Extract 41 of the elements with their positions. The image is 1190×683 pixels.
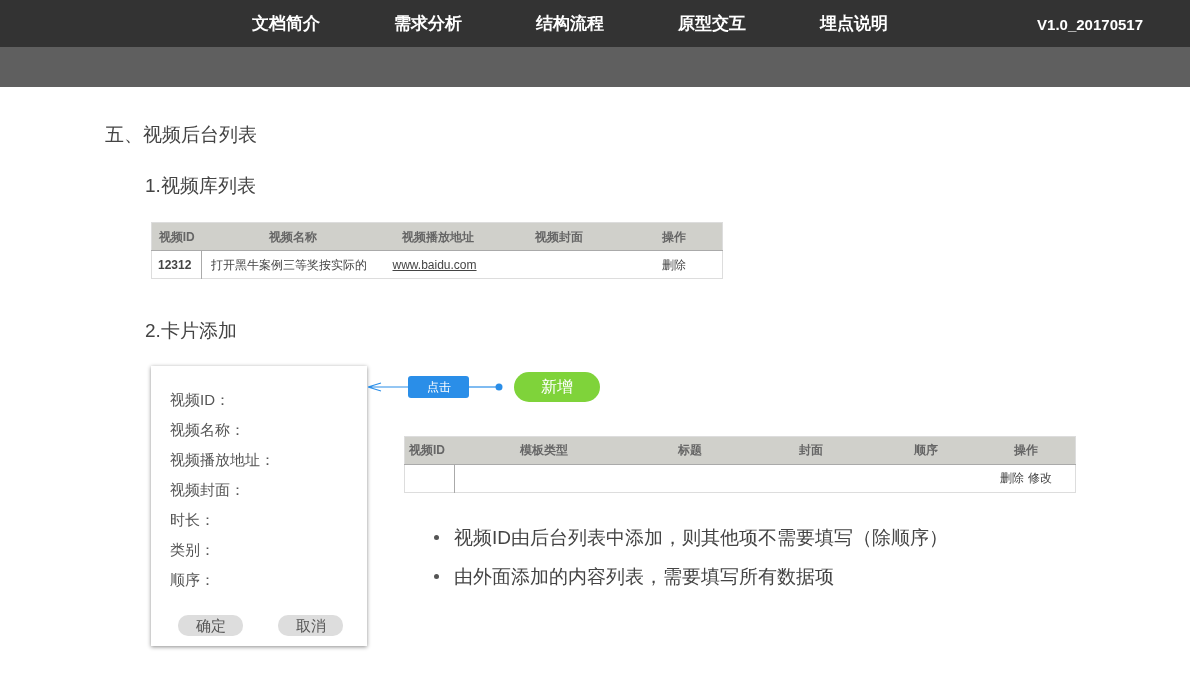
section-heading: 五、视频后台列表 (105, 123, 258, 147)
note-text: 视频ID由后台列表中添加，则其他项不需要填写（除顺序） (454, 525, 948, 550)
column-header: 顺序 (874, 436, 977, 464)
column-header: 操作 (625, 222, 723, 251)
nav-link[interactable]: 文档简介 (215, 10, 357, 37)
column-header: 标题 (632, 436, 747, 464)
action-link[interactable]: 删除 (999, 471, 1024, 485)
field-label: 视频ID： (170, 389, 231, 410)
column-header: 模板类型 (454, 436, 633, 464)
column-header: 视频名称 (201, 222, 384, 251)
column-header: 视频ID (151, 222, 202, 251)
subsection-heading: 2.卡片添加 (145, 319, 238, 343)
note-text: 由外面添加的内容列表，需要填写所有数据项 (454, 564, 834, 589)
nav-link[interactable]: 原型交互 (641, 10, 783, 37)
subsection-heading: 1.视频库列表 (145, 173, 257, 198)
version-label: V1.0_20170517 (1037, 15, 1143, 35)
form-button[interactable]: 确定 (178, 614, 243, 636)
field-label: 视频播放地址： (170, 449, 276, 470)
bullet-icon (434, 534, 439, 540)
arrow-line (367, 381, 408, 392)
nav-link[interactable]: 埋点说明 (783, 10, 925, 37)
field-label: 顺序： (170, 569, 216, 590)
column-header: 操作 (976, 436, 1076, 464)
connector-line (469, 383, 503, 390)
column-header: 视频播放地址 (383, 222, 492, 251)
column-header: 视频ID (404, 436, 455, 464)
field-label: 类别： (170, 539, 216, 560)
column-header: 封面 (746, 436, 875, 464)
bullet-icon (434, 573, 439, 579)
table-cell: 打开黑牛案例三等奖按实际的 (201, 250, 384, 279)
table-cell: 删除 (625, 250, 723, 279)
url-link[interactable]: www.baidu.com (392, 257, 477, 272)
field-label: 视频封面： (170, 479, 246, 500)
column-header: 视频封面 (491, 222, 626, 251)
field-label: 视频名称： (170, 419, 246, 440)
nav-link[interactable]: 结构流程 (499, 10, 641, 37)
table-cell: 12312 (151, 250, 202, 279)
action-link[interactable]: 修改 (1027, 471, 1052, 485)
field-label: 时长： (170, 509, 216, 530)
nav-link[interactable]: 需求分析 (357, 10, 499, 37)
form-button[interactable]: 取消 (278, 614, 343, 636)
